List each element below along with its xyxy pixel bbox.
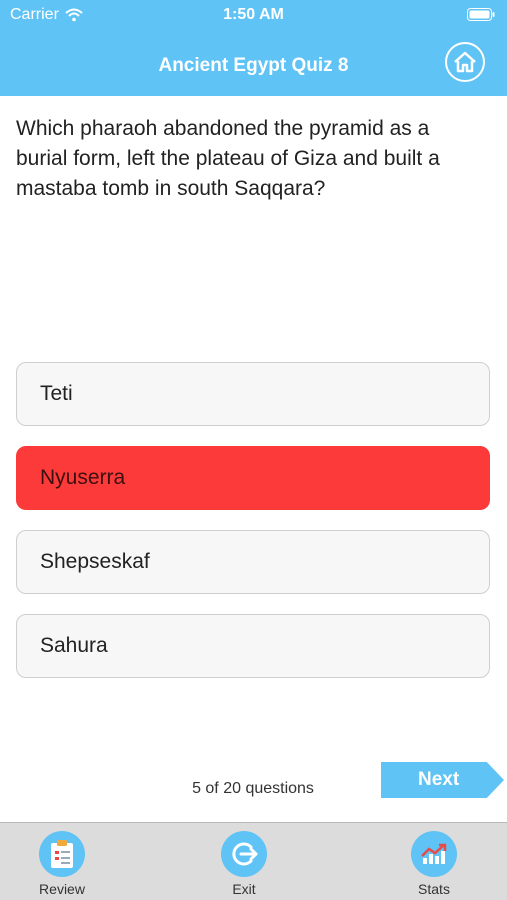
page-title: Ancient Egypt Quiz 8 bbox=[158, 55, 349, 76]
battery-icon bbox=[467, 8, 495, 26]
chart-icon bbox=[411, 831, 457, 877]
question-progress: 5 of 20 questions bbox=[192, 780, 314, 797]
tab-label-stats: Stats bbox=[418, 881, 450, 897]
next-button[interactable]: Next bbox=[381, 762, 504, 798]
status-bar: Carrier 1:50 AM bbox=[0, 0, 507, 30]
answer-option-1[interactable]: Teti bbox=[16, 362, 490, 426]
home-icon bbox=[454, 51, 476, 73]
home-button[interactable] bbox=[445, 42, 485, 82]
answer-label: Teti bbox=[40, 382, 73, 405]
answer-label: Sahura bbox=[40, 634, 108, 657]
answer-label: Shepseskaf bbox=[40, 550, 150, 573]
status-time: 1:50 AM bbox=[223, 6, 284, 23]
tab-bar: Review Exit Stats bbox=[0, 822, 507, 900]
tab-label-exit: Exit bbox=[232, 881, 256, 897]
tab-exit[interactable]: Exit bbox=[204, 831, 284, 897]
answer-option-4[interactable]: Sahura bbox=[16, 614, 490, 678]
question-text: Which pharaoh abandoned the pyramid as a… bbox=[16, 117, 440, 200]
answer-label: Nyuserra bbox=[40, 466, 126, 489]
answer-option-2[interactable]: Nyuserra bbox=[16, 446, 490, 510]
tab-stats[interactable]: Stats bbox=[394, 831, 474, 897]
exit-icon bbox=[221, 831, 267, 877]
clipboard-icon bbox=[39, 831, 85, 877]
header-bar: Carrier 1:50 AM Ancient Egypt Quiz 8 bbox=[0, 0, 507, 96]
tab-review[interactable]: Review bbox=[22, 831, 102, 897]
answer-option-3[interactable]: Shepseskaf bbox=[16, 530, 490, 594]
tab-label-review: Review bbox=[39, 881, 85, 897]
next-label: Next bbox=[418, 769, 460, 790]
